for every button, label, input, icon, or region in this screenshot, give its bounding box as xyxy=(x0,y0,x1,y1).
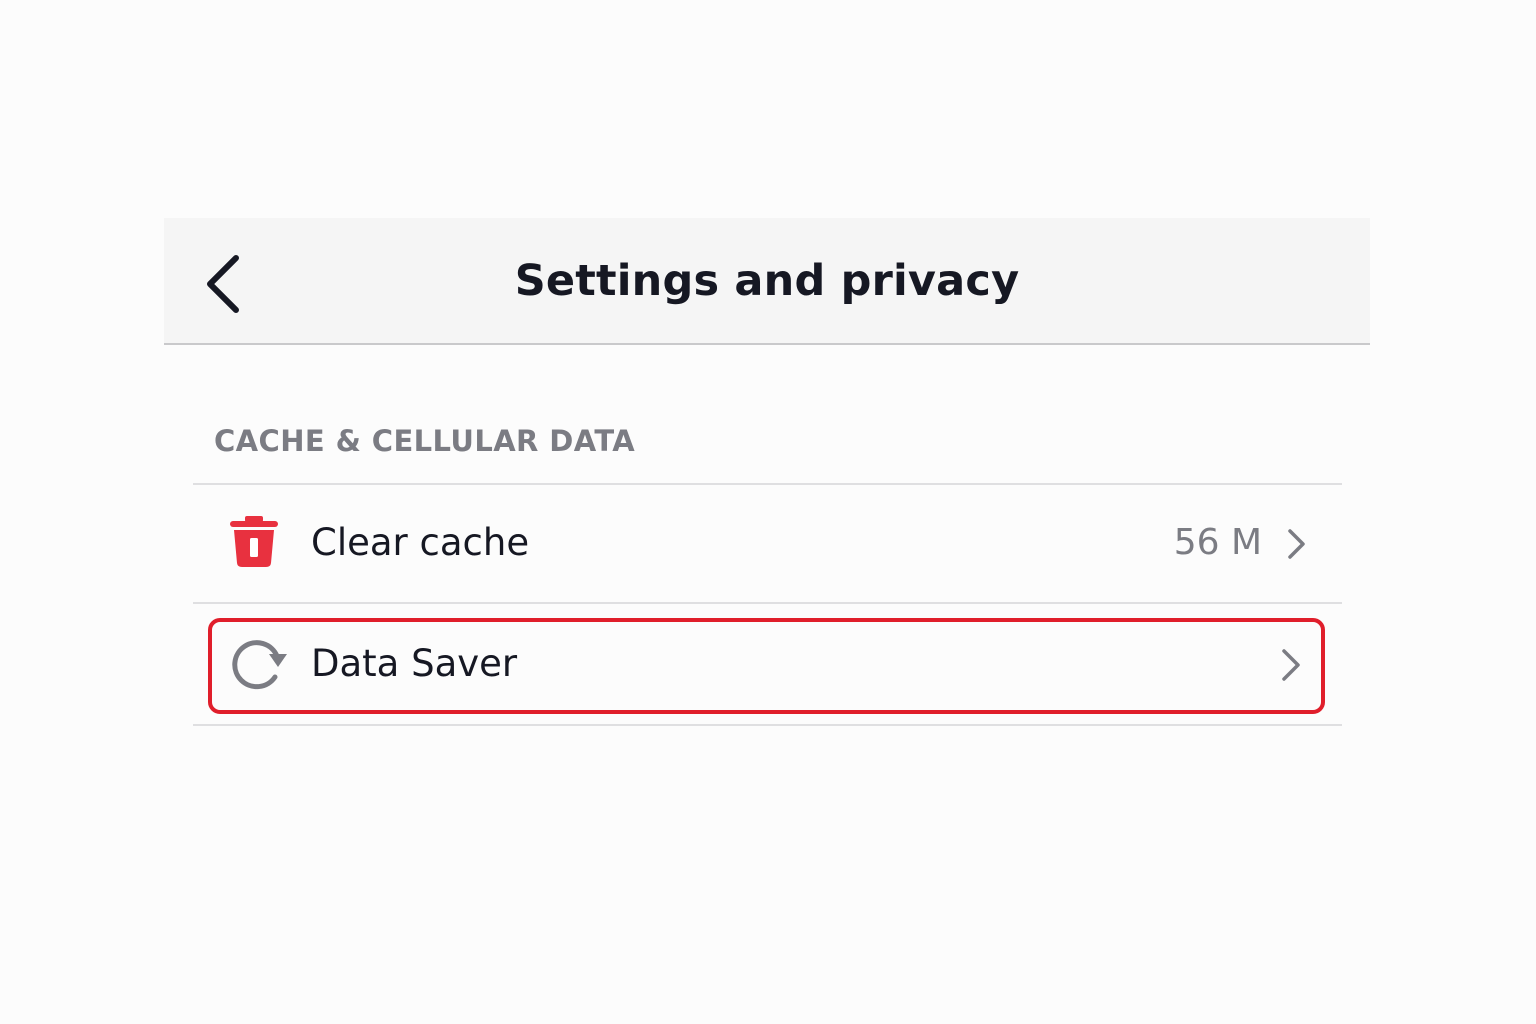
page-title: Settings and privacy xyxy=(514,256,1020,306)
clear-cache-label: Clear cache xyxy=(311,521,530,564)
cache-size-value: 56 M xyxy=(1173,522,1262,563)
clear-cache-row[interactable]: Clear cache 56 M xyxy=(193,485,1342,602)
back-button[interactable] xyxy=(200,252,252,316)
data-saver-row[interactable]: Data Saver xyxy=(193,604,1342,724)
chevron-right-icon xyxy=(1280,647,1302,683)
refresh-icon xyxy=(229,636,291,692)
chevron-left-icon xyxy=(207,255,239,313)
data-saver-label: Data Saver xyxy=(311,642,518,685)
chevron-right-icon xyxy=(1286,527,1308,561)
settings-page: Settings and privacy CACHE & CELLULAR DA… xyxy=(0,0,1536,1024)
divider xyxy=(193,724,1342,726)
section-header-cache-cellular: CACHE & CELLULAR DATA xyxy=(214,424,636,458)
nav-bar: Settings and privacy xyxy=(164,218,1370,345)
trash-icon xyxy=(229,516,279,568)
